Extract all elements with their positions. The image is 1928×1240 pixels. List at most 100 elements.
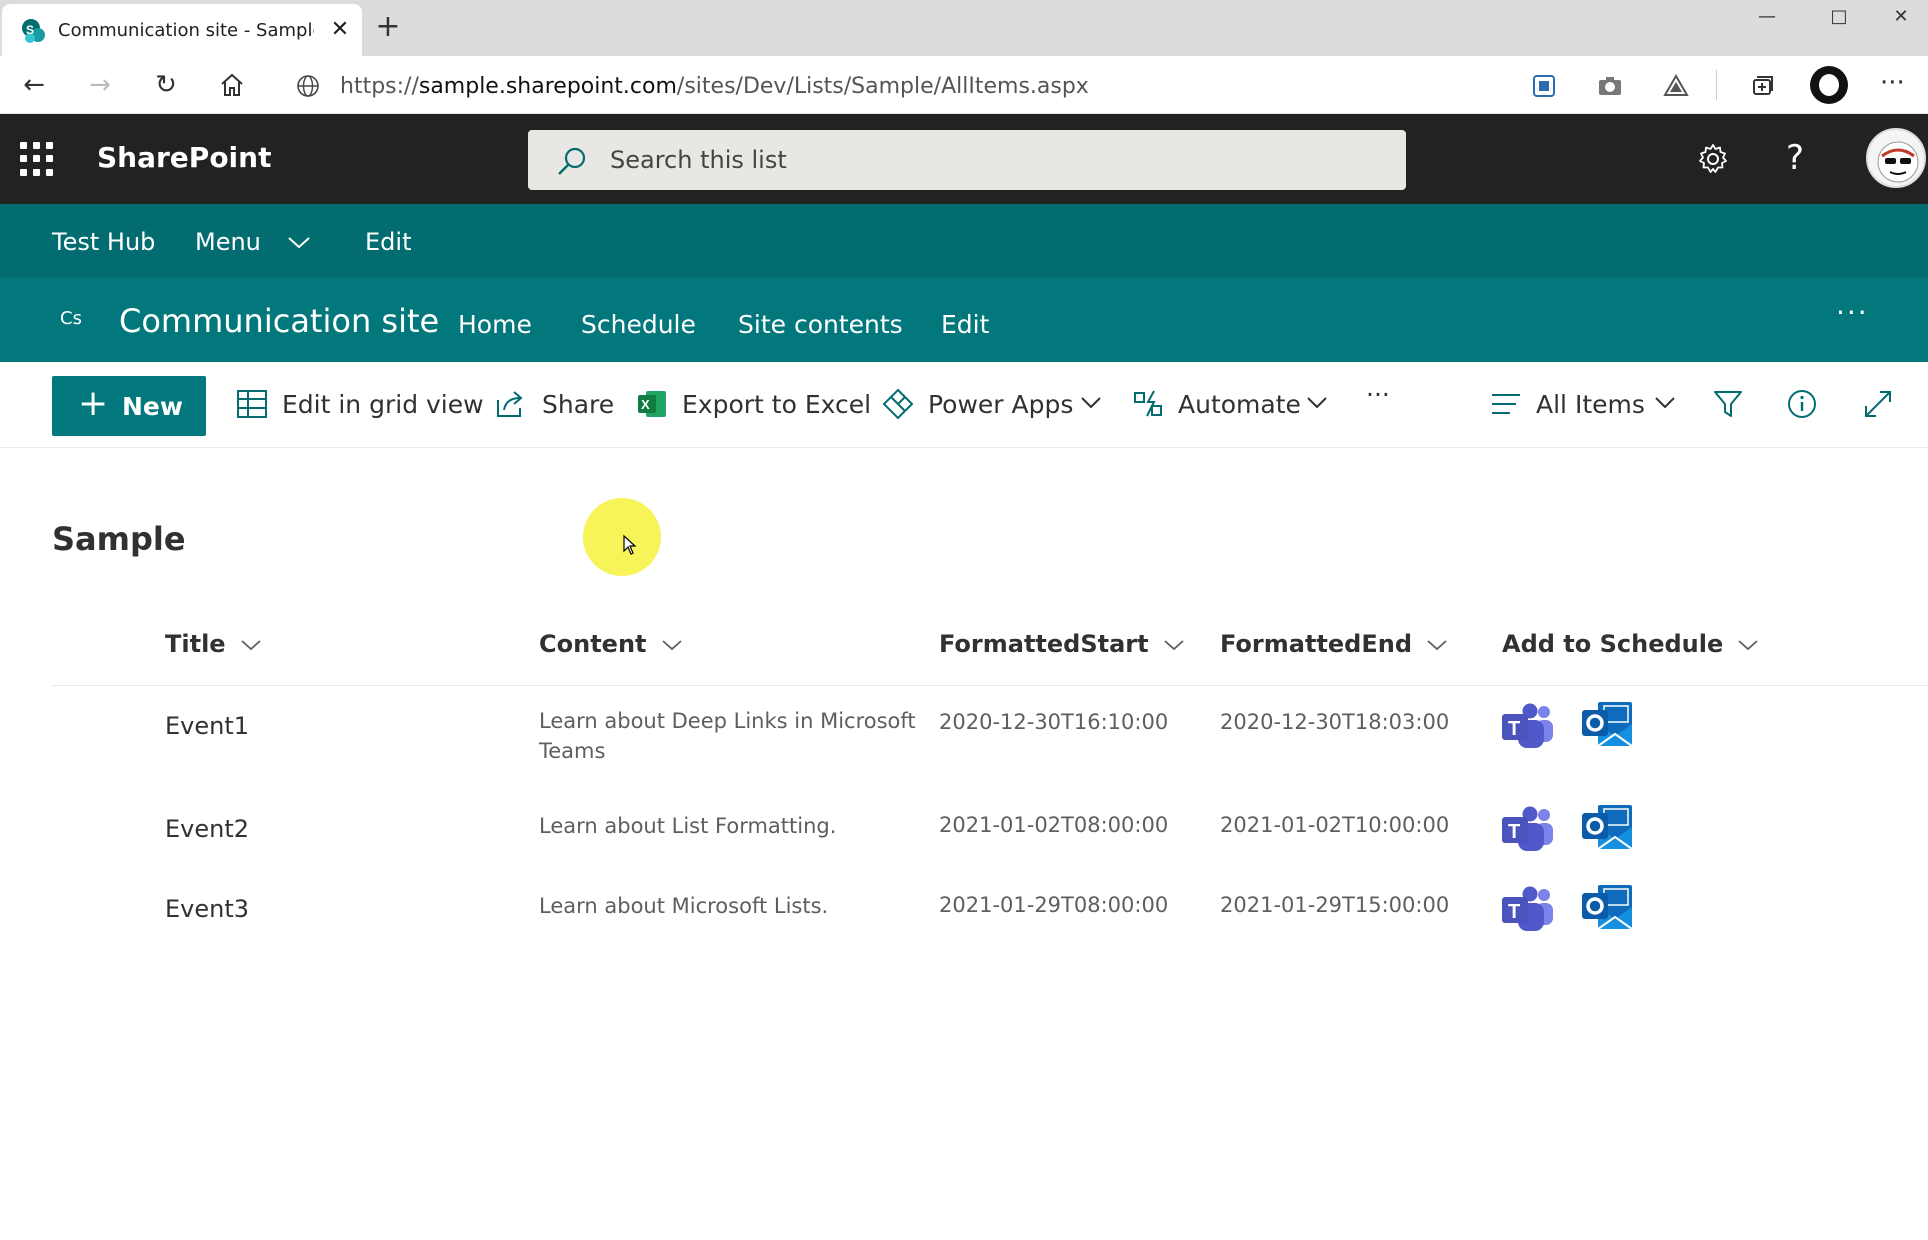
table-row[interactable]: Event1 Learn about Deep Links in Microso… xyxy=(52,690,1928,790)
site-logo[interactable]: Cs xyxy=(60,308,82,329)
hub-navigation: Test Hub Menu Edit xyxy=(0,204,1928,278)
edit-grid-view-label: Edit in grid view xyxy=(282,390,484,419)
automate-label: Automate xyxy=(1178,390,1301,419)
hub-item-edit[interactable]: Edit xyxy=(365,228,411,256)
extension-icon[interactable] xyxy=(1528,70,1560,102)
automate-menu[interactable]: Automate xyxy=(1132,388,1332,424)
close-window-icon[interactable]: ✕ xyxy=(1874,0,1928,36)
column-header-add-to-schedule-label: Add to Schedule xyxy=(1502,630,1724,658)
hub-item-menu[interactable]: Menu xyxy=(195,228,311,256)
browser-tab-strip: S Communication site - Sample - A ✕ + — … xyxy=(0,0,1928,56)
cell-formatted-start: 2021-01-29T08:00:00 xyxy=(939,893,1169,917)
camera-icon[interactable] xyxy=(1594,70,1626,102)
power-apps-menu[interactable]: Power Apps xyxy=(882,388,1104,424)
url-field[interactable]: https://sample.sharepoint.com/sites/Dev/… xyxy=(284,64,1500,106)
grid-icon xyxy=(237,390,267,418)
forward-icon[interactable]: → xyxy=(80,68,120,104)
chevron-down-icon xyxy=(1655,397,1675,409)
excel-icon: X xyxy=(638,391,666,417)
chevron-down-icon xyxy=(240,640,261,651)
sharepoint-brand[interactable]: SharePoint xyxy=(97,141,271,174)
home-icon[interactable] xyxy=(212,68,252,104)
suite-bar: SharePoint Search this list ? xyxy=(0,114,1928,204)
search-icon xyxy=(558,147,586,175)
back-icon[interactable]: ← xyxy=(14,68,54,104)
refresh-icon[interactable]: ↻ xyxy=(146,68,186,104)
share-icon xyxy=(497,391,523,417)
chevron-down-icon xyxy=(1307,397,1327,409)
svg-text:S: S xyxy=(26,23,34,37)
share-button[interactable]: Share xyxy=(494,388,620,424)
tab-close-icon[interactable]: ✕ xyxy=(326,16,354,44)
chevron-down-icon xyxy=(661,640,682,651)
cell-formatted-start: 2020-12-30T16:10:00 xyxy=(939,710,1169,734)
info-icon[interactable] xyxy=(1786,388,1818,420)
export-to-excel-button[interactable]: X Export to Excel xyxy=(636,388,871,424)
cell-title[interactable]: Event2 xyxy=(165,815,249,843)
mouse-cursor-icon xyxy=(623,534,637,555)
site-header: Cs Communication site Home Schedule Site… xyxy=(0,278,1928,362)
hub-item-menu-label: Menu xyxy=(195,228,261,256)
site-nav-site-contents[interactable]: Site contents xyxy=(738,310,903,339)
site-more-icon[interactable]: ··· xyxy=(1836,296,1869,329)
teams-icon[interactable]: T xyxy=(1500,805,1556,855)
edit-grid-view-button[interactable]: Edit in grid view xyxy=(236,388,484,424)
site-nav-edit[interactable]: Edit xyxy=(941,310,989,339)
help-icon[interactable]: ? xyxy=(1786,138,1804,178)
collections-icon[interactable] xyxy=(1746,70,1778,102)
new-button[interactable]: + New xyxy=(52,376,206,436)
expand-icon[interactable] xyxy=(1862,388,1894,420)
view-selector[interactable]: All Items xyxy=(1490,388,1675,424)
column-header-title[interactable]: Title xyxy=(165,630,262,658)
more-commands-icon[interactable]: ··· xyxy=(1366,380,1406,416)
column-header-formatted-start[interactable]: FormattedStart xyxy=(939,630,1185,658)
settings-gear-icon[interactable] xyxy=(1696,142,1730,176)
outlook-icon[interactable] xyxy=(1580,883,1636,933)
command-bar: + New Edit in grid view Share X Export t… xyxy=(0,362,1928,448)
svg-text:T: T xyxy=(1508,718,1520,740)
url-prefix: https:// xyxy=(340,74,419,99)
outlook-icon[interactable] xyxy=(1580,803,1636,853)
power-apps-label: Power Apps xyxy=(928,390,1074,419)
cell-content: Learn about List Formatting. xyxy=(539,814,837,838)
url-text: https://sample.sharepoint.com/sites/Dev/… xyxy=(340,74,1089,99)
drive-icon[interactable] xyxy=(1660,70,1692,102)
cell-content: Learn about Deep Links in Microsoft Team… xyxy=(539,709,916,763)
hub-item-test-hub[interactable]: Test Hub xyxy=(52,228,155,256)
site-nav-schedule[interactable]: Schedule xyxy=(581,310,696,339)
table-row[interactable]: Event3 Learn about Microsoft Lists. 2021… xyxy=(52,875,1928,953)
outlook-icon[interactable] xyxy=(1580,700,1636,750)
new-tab-icon[interactable]: + xyxy=(372,12,404,44)
automate-icon xyxy=(1134,390,1162,417)
column-header-add-to-schedule[interactable]: Add to Schedule xyxy=(1502,630,1759,658)
maximize-icon[interactable]: □ xyxy=(1806,0,1872,36)
view-selector-label: All Items xyxy=(1536,390,1645,419)
teams-icon[interactable]: T xyxy=(1500,885,1556,935)
app-launcher-icon[interactable] xyxy=(20,142,54,176)
table-row[interactable]: Event2 Learn about List Formatting. 2021… xyxy=(52,795,1928,873)
cell-title[interactable]: Event1 xyxy=(165,712,249,740)
profile-avatar[interactable] xyxy=(1810,66,1848,104)
globe-icon xyxy=(297,75,319,97)
column-header-formatted-end[interactable]: FormattedEnd xyxy=(1220,630,1448,658)
svg-text:T: T xyxy=(1508,821,1520,843)
column-header-content[interactable]: Content xyxy=(539,630,683,658)
search-placeholder: Search this list xyxy=(610,146,787,174)
svg-text:T: T xyxy=(1508,901,1520,923)
browser-menu-icon[interactable]: ··· xyxy=(1880,68,1905,98)
browser-tab[interactable]: S Communication site - Sample - A ✕ xyxy=(2,4,362,56)
site-nav-home[interactable]: Home xyxy=(458,310,532,339)
minimize-icon[interactable]: — xyxy=(1734,0,1800,36)
filter-icon[interactable] xyxy=(1712,388,1744,420)
teams-icon[interactable]: T xyxy=(1500,702,1556,752)
search-list-input[interactable]: Search this list xyxy=(528,130,1406,190)
user-avatar[interactable] xyxy=(1866,128,1926,188)
cell-formatted-end: 2021-01-29T15:00:00 xyxy=(1220,893,1450,917)
cell-formatted-start: 2021-01-02T08:00:00 xyxy=(939,813,1169,837)
cell-title[interactable]: Event3 xyxy=(165,895,249,923)
site-title[interactable]: Communication site xyxy=(119,302,439,340)
new-button-label: New xyxy=(122,392,183,421)
export-to-excel-label: Export to Excel xyxy=(682,390,872,419)
url-host: sample.sharepoint.com xyxy=(418,74,677,99)
chevron-down-icon xyxy=(1164,640,1184,651)
